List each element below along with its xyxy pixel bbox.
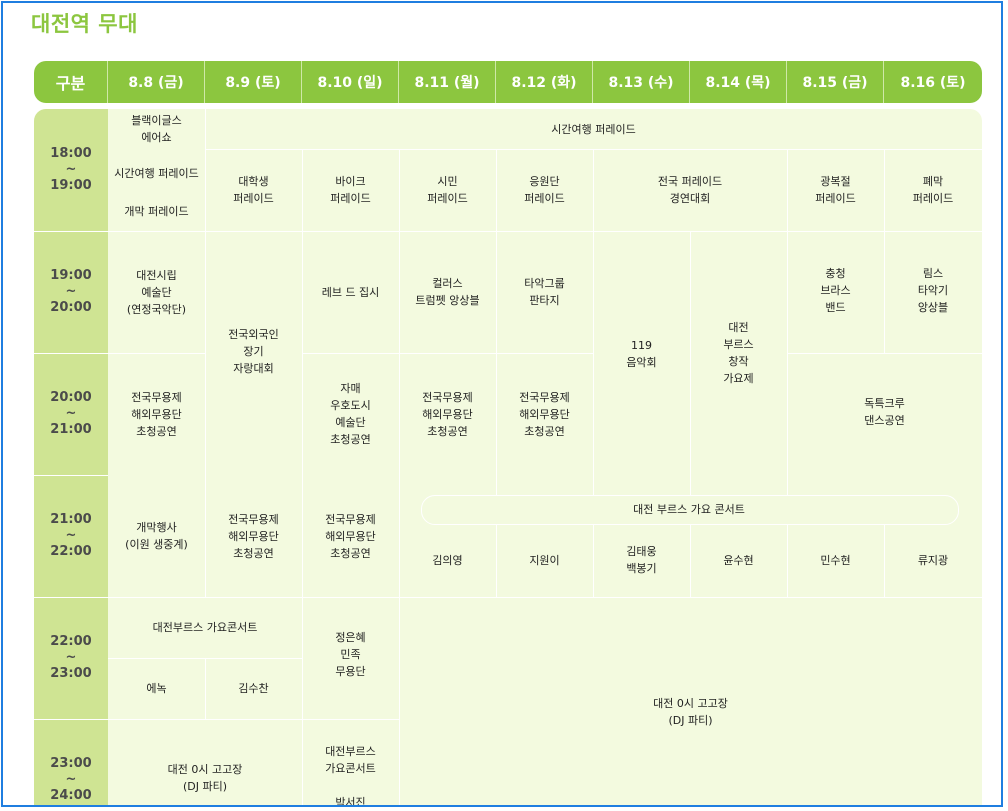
event-national-parade: 전국 퍼레이드 경연대회 <box>657 175 723 205</box>
divider <box>34 231 108 232</box>
time-slot: 22:00 ~23:00 <box>50 634 92 681</box>
schedule-grid: 18:00 ~19:00 19:00 ~20:00 20:00 ~21:00 21:0… <box>34 109 982 807</box>
schedule-frame: 대전역 무대 구분 8.8 (금) 8.9 (토) 8.10 (일) 8.11 … <box>1 1 1003 807</box>
header-date: 8.14 (목) <box>690 61 787 103</box>
event-sister-city-troupe: 자매 우호도시 예술단 초청공연 <box>330 382 371 446</box>
event-dance-d2: 전국무용제 해외무용단 초청공연 <box>228 512 279 560</box>
divider <box>34 353 108 354</box>
header-date: 8.13 (수) <box>593 61 690 103</box>
event-119-concert: 119 음악회 <box>626 339 657 369</box>
singer-cell: 김태웅 백봉기 <box>626 545 657 575</box>
time-slot: 21:00 ~22:00 <box>50 512 92 559</box>
date-header-bar: 구분 8.8 (금) 8.9 (토) 8.10 (일) 8.11 (월) 8.1… <box>34 61 982 103</box>
header-date: 8.16 (토) <box>900 75 966 91</box>
event-cheer-parade: 응원단 퍼레이드 <box>524 175 565 205</box>
singer-cell: 김의영 <box>432 553 463 567</box>
event-rims-taak: 림스 타악기 앙상블 <box>917 267 949 314</box>
event-jeong-eunhye-dance: 정은혜 민족 무용단 <box>335 631 366 678</box>
event-liberation-parade: 광복절 퍼레이드 <box>815 175 856 205</box>
event-dj-party-d1: 대전 0시 고고장 (DJ 파티) <box>167 763 243 793</box>
event-blues-concert-22: 대전부르스 가요콘서트 <box>152 621 258 634</box>
singer-cell: 김수찬 <box>238 682 269 695</box>
divider <box>34 475 108 476</box>
event-blues-concert-title: 대전 부르스 가요 콘서트 <box>633 502 745 516</box>
event-blues-song-festival: 대전 부르스 창작 가요제 <box>723 321 754 385</box>
event-lev-jipsi: 레브 드 집시 <box>321 285 380 299</box>
event-dokdok-crew: 독특크루 댄스공연 <box>864 397 905 427</box>
singer-cell: 윤수현 <box>723 553 754 567</box>
event-taak-group: 타악그룹 판타지 <box>524 277 565 307</box>
header-date: 8.10 (일) <box>302 61 399 103</box>
event-national-janggi: 전국외국인 장기 자랑대회 <box>228 328 279 375</box>
singer-cell: 에녹 <box>146 682 167 695</box>
event-d1-parade: 시간여행 퍼레이드 <box>114 166 199 180</box>
event-chungcheong-brass: 충청 브라스 밴드 <box>820 267 851 314</box>
event-dj-party-main: 대전 0시 고고장 (DJ 파티) <box>653 697 728 727</box>
event-college-parade: 대학생 퍼레이드 <box>233 175 274 205</box>
event-opening-parade: 개막 퍼레이드 <box>124 204 189 218</box>
time-slot: 20:00 ~21:00 <box>50 390 92 437</box>
event-closing-parade: 폐막 퍼레이드 <box>912 175 954 205</box>
page-title: 대전역 무대 <box>31 12 138 36</box>
event-dance-d4: 전국무용제 해외무용단 초청공연 <box>422 390 473 438</box>
event-bike-parade: 바이크 퍼레이드 <box>330 175 371 205</box>
singer-cell: 민수현 <box>820 553 851 567</box>
header-date: 8.15 (금) <box>787 61 884 103</box>
time-slot: 18:00 ~19:00 <box>50 146 92 193</box>
time-slot: 23:00 ~24:00 <box>50 756 92 803</box>
event-colors-trumpet: 컬러스 트럼펫 앙상블 <box>415 277 480 307</box>
header-date: 8.9 (토) <box>205 61 302 103</box>
header-date: 8.8 (금) <box>108 61 205 103</box>
header-label: 구분 <box>34 61 108 103</box>
event-blackeagles: 블랙이글스 에어쇼 <box>131 114 182 144</box>
event-citizen-parade: 시민 퍼레이드 <box>427 175 468 205</box>
singer-cell: 류지광 <box>917 553 949 567</box>
event-opening-ceremony: 개막행사 (이원 생중계) <box>125 521 188 551</box>
event-dance-d3: 전국무용제 해외무용단 초청공연 <box>325 512 376 560</box>
singer-cell: 지원이 <box>529 553 560 567</box>
event-blues-concert-23: 대전부르스 가요콘서트 박서진 <box>325 745 376 807</box>
divider <box>34 719 108 720</box>
event-time-travel-parade: 시간여행 퍼레이드 <box>551 122 636 136</box>
event-dance-d1: 전국무용제 해외무용단 초청공연 <box>131 390 182 438</box>
time-slot: 19:00 ~20:00 <box>50 268 92 315</box>
divider <box>34 597 108 598</box>
header-date: 8.12 (화) <box>496 61 593 103</box>
event-dance-d5: 전국무용제 해외무용단 초청공연 <box>519 390 570 438</box>
header-date: 8.11 (월) <box>399 61 496 103</box>
event-city-art-troupe: 대전시립 예술단 (연정국악단) <box>126 268 187 316</box>
